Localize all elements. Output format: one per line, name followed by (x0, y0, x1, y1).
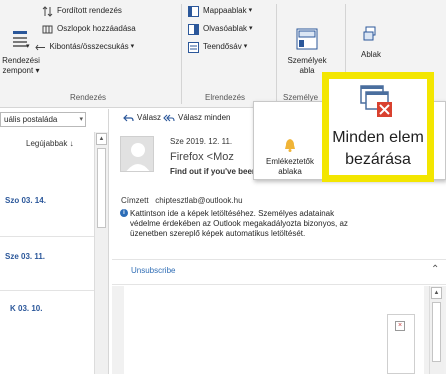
message-list: Szo 03. 14. Sze 03. 11. K 03. 10. (0, 152, 96, 374)
close-all-windows-icon (360, 85, 392, 117)
group-label-rendezes: Rendezés (70, 93, 107, 102)
folder-pane-label: Mappaablak (203, 6, 247, 15)
bell-icon (285, 139, 295, 152)
sort-by-label: Rendezési (2, 56, 40, 65)
scroll-up-icon[interactable]: ▲ (431, 287, 442, 299)
chevron-down-icon: ▾ (249, 25, 253, 32)
ribbon-separator (181, 4, 182, 104)
reverse-sort-label: Fordított rendezés (57, 6, 122, 15)
sender-avatar (120, 136, 154, 172)
add-columns-button[interactable]: Oszlopok hozzáadása (42, 22, 136, 36)
list-item-date[interactable]: K 03. 10. (10, 304, 42, 313)
close-all-items-label: Minden elem (332, 129, 424, 146)
blocked-image-placeholder[interactable]: × (387, 314, 415, 374)
recipient-label: Címzett (121, 196, 149, 205)
mailbox-select-value: uális postaláda (4, 115, 58, 124)
ribbon-separator (276, 4, 277, 104)
list-divider (0, 236, 96, 237)
reply-all-icon (163, 114, 175, 121)
expand-collapse-icon (34, 44, 45, 50)
mailbox-select[interactable]: uális postaláda ▾ (0, 112, 86, 127)
recipient-row: Címzett chiptesztlab@outlook.hu (121, 196, 243, 205)
window-button[interactable]: Ablak (352, 26, 390, 60)
reminders-window-label: Emlékeztetők (265, 157, 315, 166)
person-icon (126, 143, 150, 171)
chevron-down-icon: ▾ (130, 43, 135, 50)
reply-all-button[interactable]: Válasz minden (162, 111, 230, 125)
message-date: Sze 2019. 12. 11. (170, 137, 233, 146)
chevron-up-icon[interactable]: ⌃ (431, 264, 439, 275)
message-list-scrollbar[interactable]: ▲ (94, 132, 109, 374)
chevron-down-icon: ▾ (243, 43, 248, 50)
reverse-sort-button[interactable]: Fordított rendezés (42, 4, 122, 18)
sort-by-label-2: zempont ▾ (2, 66, 40, 75)
chevron-down-icon: ▾ (248, 7, 253, 14)
reminders-window-item[interactable]: Emlékeztetők ablaka (260, 138, 320, 177)
reverse-sort-icon (42, 5, 53, 17)
infobar-line: védelme érdekében az Outlook megakadályo… (130, 219, 348, 228)
sort-newest-header[interactable]: Legújabbak ↓ (0, 136, 80, 152)
message-sender[interactable]: Firefox <Moz (170, 151, 234, 163)
list-divider (0, 290, 96, 291)
sort-by-label-2-text: zempont (2, 66, 34, 75)
arrow-down-icon: ↓ (69, 139, 74, 148)
people-pane-icon (296, 28, 318, 50)
add-columns-label: Oszlopok hozzáadása (57, 24, 136, 33)
reply-label: Válasz (137, 113, 162, 122)
group-label-elrendezes: Elrendezés (205, 93, 246, 102)
todo-bar-label: Teendősáv (203, 42, 242, 51)
reply-all-label: Válasz minden (178, 113, 231, 122)
broken-image-icon: × (395, 321, 405, 331)
expand-collapse-label: Kibontás/összecsukás (49, 42, 129, 51)
reminders-window-label-2: ablaka (278, 167, 302, 176)
todo-bar-icon (188, 41, 199, 53)
people-pane-label: Személyek (287, 56, 327, 65)
dropdown-arrow-icon: ▾ (26, 43, 30, 50)
pane-splitter[interactable] (108, 109, 109, 374)
chevron-down-icon: ▾ (79, 116, 83, 123)
expand-collapse-button[interactable]: ▾ Kibontás/összecsukás ▾ (26, 40, 134, 54)
todo-bar-button[interactable]: Teendősáv ▾ (188, 40, 247, 54)
reply-icon (123, 114, 134, 121)
infobar-line: üzenetben szereplő képek automatikus let… (130, 229, 306, 238)
close-all-items-label-2: bezárása (345, 151, 411, 168)
scroll-thumb[interactable] (97, 148, 106, 228)
reply-button[interactable]: Válasz (123, 111, 161, 125)
unsubscribe-link[interactable]: Unsubscribe (131, 266, 175, 275)
outlook-window: Rendezési zempont ▾ Fordított rendezés O… (0, 0, 446, 374)
infobar-line: Kattintson ide a képek letöltéséhez. Sze… (130, 209, 335, 218)
window-icon (363, 26, 376, 41)
info-icon: i (120, 209, 128, 217)
message-body-scrollbar[interactable]: ▲ (429, 286, 444, 374)
people-pane-button[interactable]: Személyek abla (281, 28, 333, 76)
reading-pane-icon (188, 23, 199, 35)
reading-pane-label: Olvasóablak (203, 24, 248, 33)
reading-pane-button[interactable]: Olvasóablak ▾ (188, 22, 253, 36)
download-images-infobar[interactable]: i Kattintson ide a képek letöltéséhez. S… (120, 209, 431, 239)
message-body-card (124, 286, 424, 374)
list-item-date[interactable]: Szo 03. 14. (5, 196, 46, 205)
scroll-up-icon[interactable]: ▲ (96, 133, 107, 145)
folder-pane-icon (188, 5, 199, 17)
folder-pane-button[interactable]: Mappaablak ▾ (188, 4, 252, 18)
close-all-items-button[interactable]: Minden elem bezárása (322, 72, 434, 182)
list-item-date[interactable]: Sze 03. 11. (5, 252, 45, 261)
recipient-address[interactable]: chiptesztlab@outlook.hu (155, 196, 242, 205)
window-label: Ablak (360, 50, 381, 59)
scroll-thumb[interactable] (432, 302, 441, 362)
add-columns-icon (42, 25, 53, 33)
sort-newest-label: Legújabbak (26, 139, 68, 148)
